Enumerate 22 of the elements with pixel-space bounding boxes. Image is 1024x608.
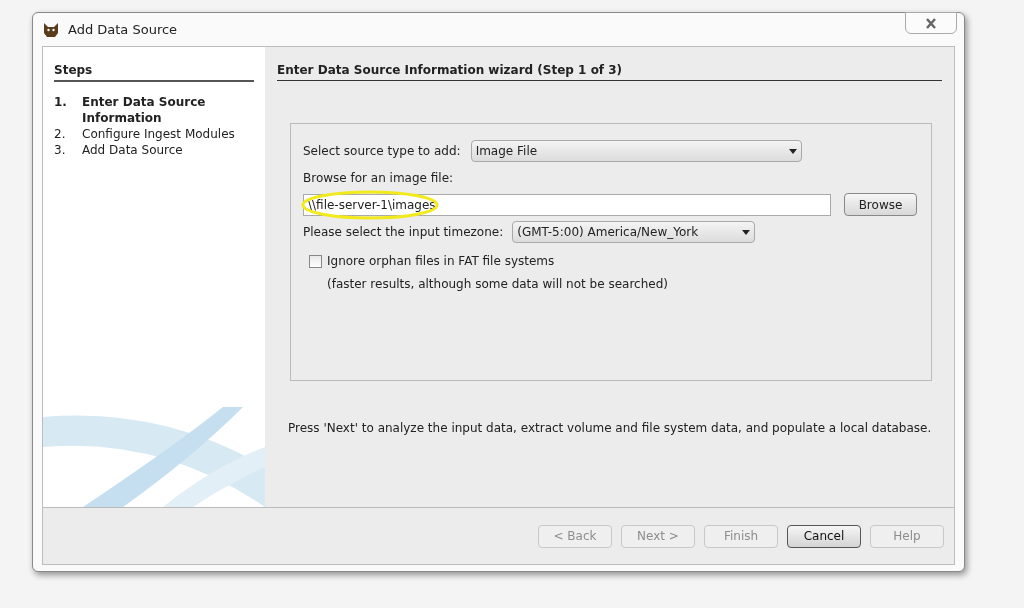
orphan-note: (faster results, although some data will not be searched) [327,276,669,293]
step-item: 3. Add Data Source [54,142,184,158]
source-type-label: Select source type to add: [303,143,461,160]
wizard-heading: Enter Data Source Information wizard (Step 1 of 3) [277,61,942,81]
timezone-label: Please select the input timezone: [303,224,504,241]
step-item: 2. Configure Ingest Modules [54,126,236,142]
orphan-checkbox[interactable] [309,254,322,268]
dropdown-arrow-icon [788,148,797,154]
window-title: Add Data Source [68,20,178,39]
wizard-button[interactable]: Cancel [787,524,861,548]
next-hint: Press 'Next' to analyze the input data, extract volume and file system data, and populate a local database. [288,420,933,437]
timezone-dropdown[interactable]: (GMT-5:00) America/New_York [512,221,756,243]
app-icon [42,20,60,39]
close-button[interactable] [905,12,957,34]
dropdown-arrow-icon [742,229,751,235]
orphan-label: Ignore orphan files in FAT file systems [327,253,555,270]
browse-button[interactable]: Browse [844,193,917,216]
steps-heading: Steps [54,61,254,82]
source-type-dropdown[interactable]: Image File [470,140,802,162]
close-icon [925,17,937,29]
step-item: 1. Enter Data Source Information [54,94,207,126]
browse-label: Browse for an image file: [303,170,455,187]
